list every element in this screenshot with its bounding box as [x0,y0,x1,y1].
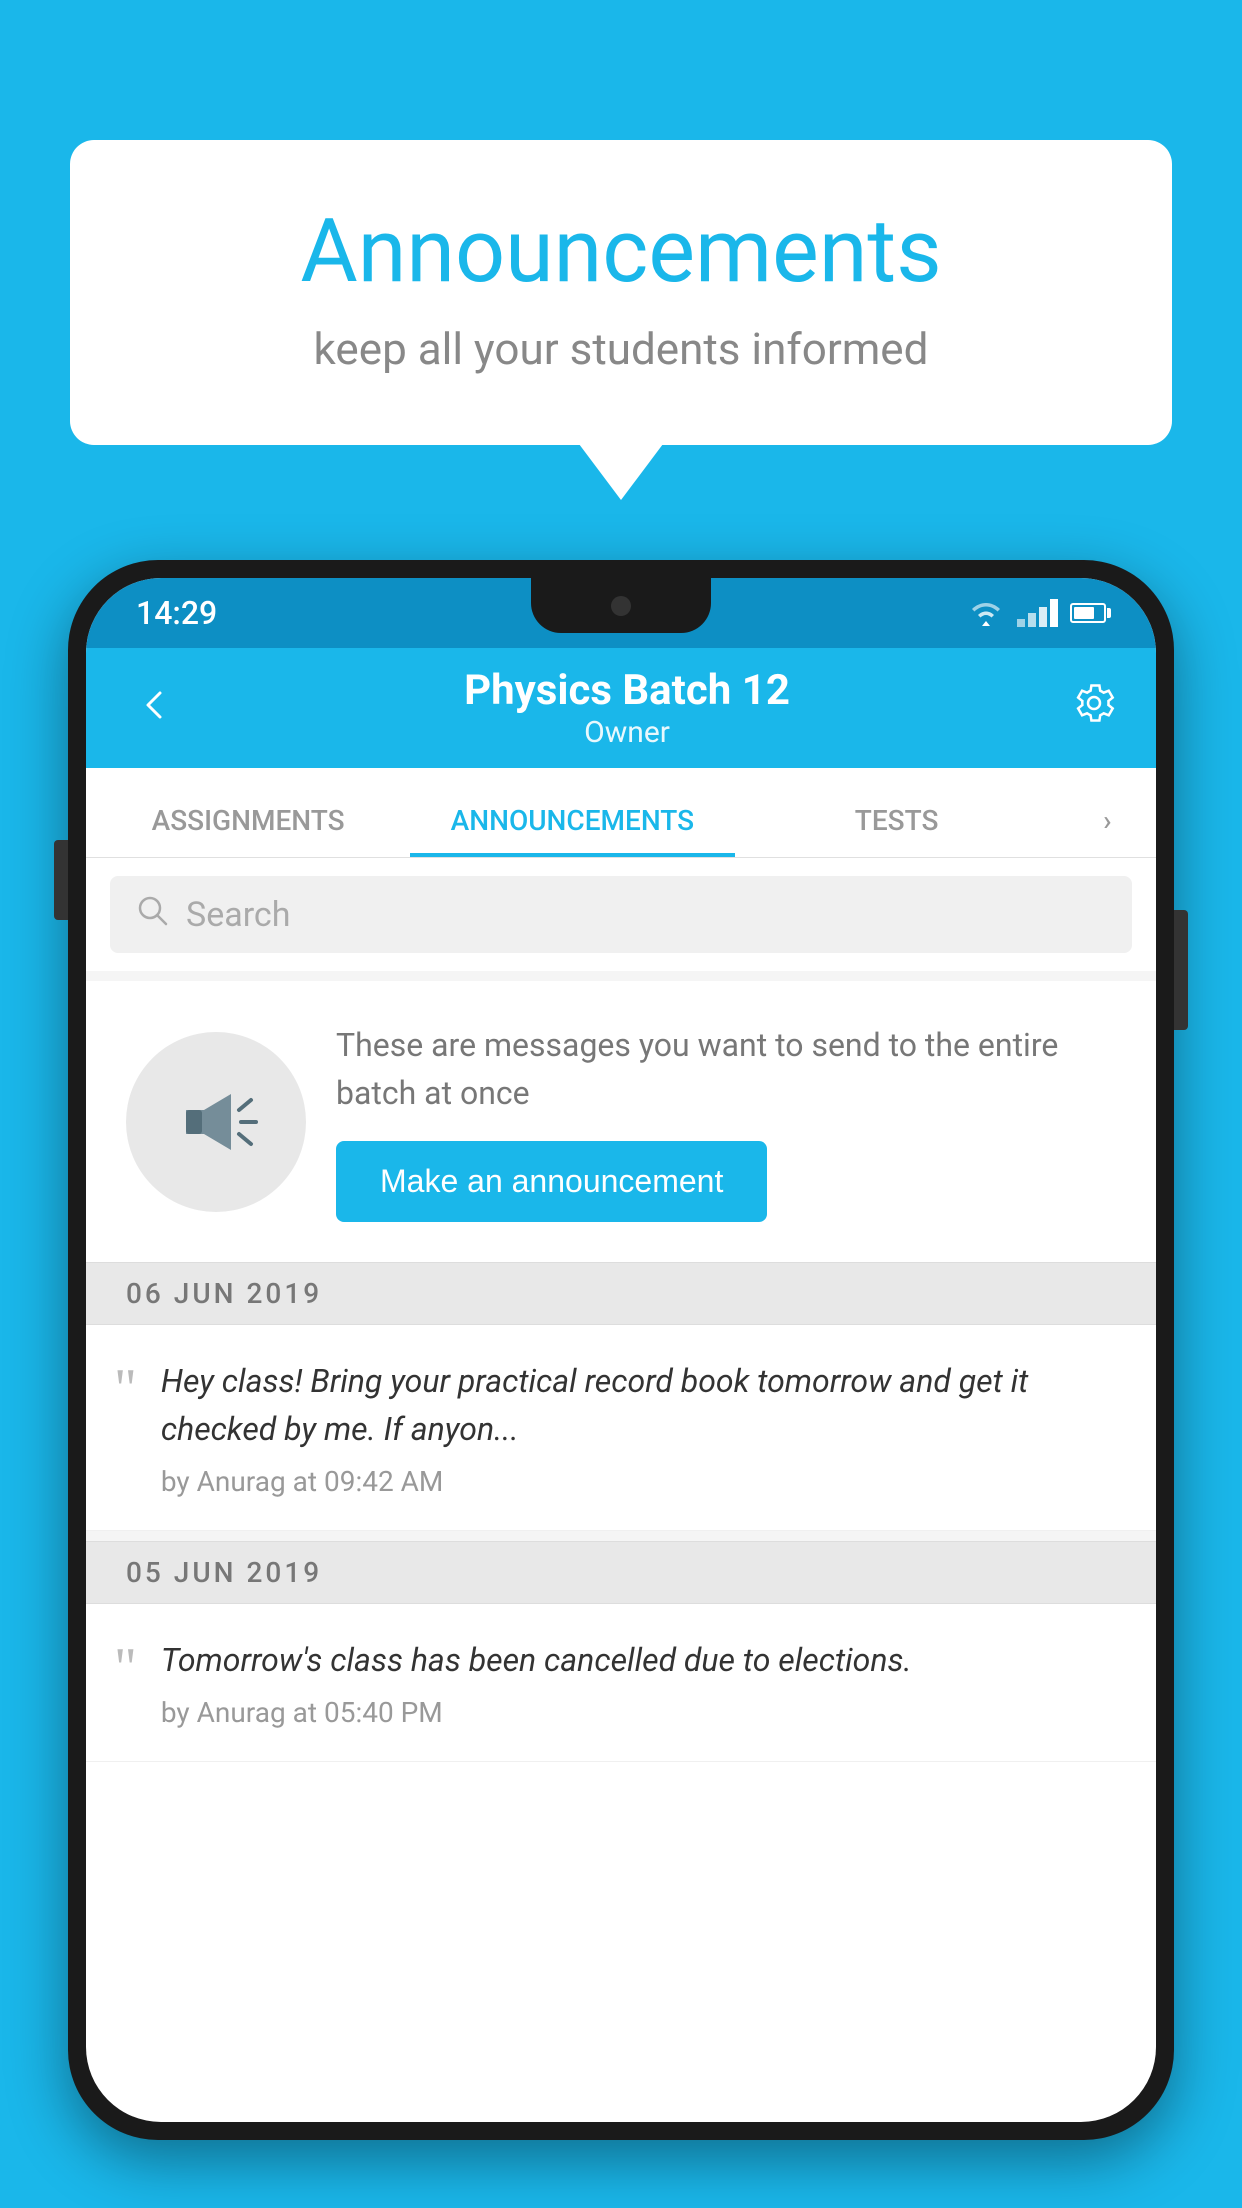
announce-icon-circle [126,1032,306,1212]
announcement-text-1: Hey class! Bring your practical record b… [161,1357,1116,1498]
announcement-item-2[interactable]: " Tomorrow's class has been cancelled du… [86,1604,1156,1762]
app-bar-center: Physics Batch 12 Owner [182,666,1072,750]
status-time: 14:29 [136,594,217,632]
quote-icon-2: " [114,1640,137,1696]
search-icon [134,892,170,937]
announcement-promo-card: These are messages you want to send to t… [86,981,1156,1262]
speech-bubble-container: Announcements keep all your students inf… [70,140,1172,445]
announce-content: These are messages you want to send to t… [336,1021,1116,1222]
announcement-meta-2: by Anurag at 05:40 PM [161,1696,1116,1729]
settings-button[interactable] [1072,681,1116,736]
date-separator-2: 05 JUN 2019 [86,1541,1156,1604]
bubble-title: Announcements [150,200,1092,303]
camera [611,596,631,616]
app-bar: Physics Batch 12 Owner [86,648,1156,768]
tab-assignments[interactable]: ASSIGNMENTS [86,804,410,857]
back-button[interactable] [126,672,182,744]
speech-bubble: Announcements keep all your students inf… [70,140,1172,445]
wifi-icon [967,599,1005,627]
tab-more[interactable]: › [1059,804,1156,857]
status-bar: 14:29 [86,578,1156,648]
megaphone-icon [166,1072,266,1172]
phone-screen: 14:29 [86,578,1156,2122]
announcement-item-1[interactable]: " Hey class! Bring your practical record… [86,1325,1156,1531]
announcement-message-1: Hey class! Bring your practical record b… [161,1357,1116,1453]
make-announcement-button[interactable]: Make an announcement [336,1141,767,1222]
notch [531,578,711,633]
announcement-meta-1: by Anurag at 09:42 AM [161,1465,1116,1498]
app-bar-subtitle: Owner [182,715,1072,750]
bubble-subtitle: keep all your students informed [150,323,1092,375]
search-container: Search [86,858,1156,971]
quote-icon-1: " [114,1361,137,1417]
content-area: Search [86,858,1156,1762]
search-placeholder: Search [186,895,290,935]
status-icons [967,599,1106,627]
date-separator-1: 06 JUN 2019 [86,1262,1156,1325]
signal-icon [1017,599,1058,627]
phone-wrapper: 14:29 [68,560,1174,2208]
search-bar[interactable]: Search [110,876,1132,953]
announcement-text-2: Tomorrow's class has been cancelled due … [161,1636,1116,1729]
battery-icon [1070,603,1106,623]
tabs: ASSIGNMENTS ANNOUNCEMENTS TESTS › [86,768,1156,858]
announcement-message-2: Tomorrow's class has been cancelled due … [161,1636,1116,1684]
phone-outer: 14:29 [68,560,1174,2140]
tab-announcements[interactable]: ANNOUNCEMENTS [410,804,734,857]
announce-description: These are messages you want to send to t… [336,1021,1116,1117]
tab-tests[interactable]: TESTS [735,804,1059,857]
app-bar-title: Physics Batch 12 [182,666,1072,715]
